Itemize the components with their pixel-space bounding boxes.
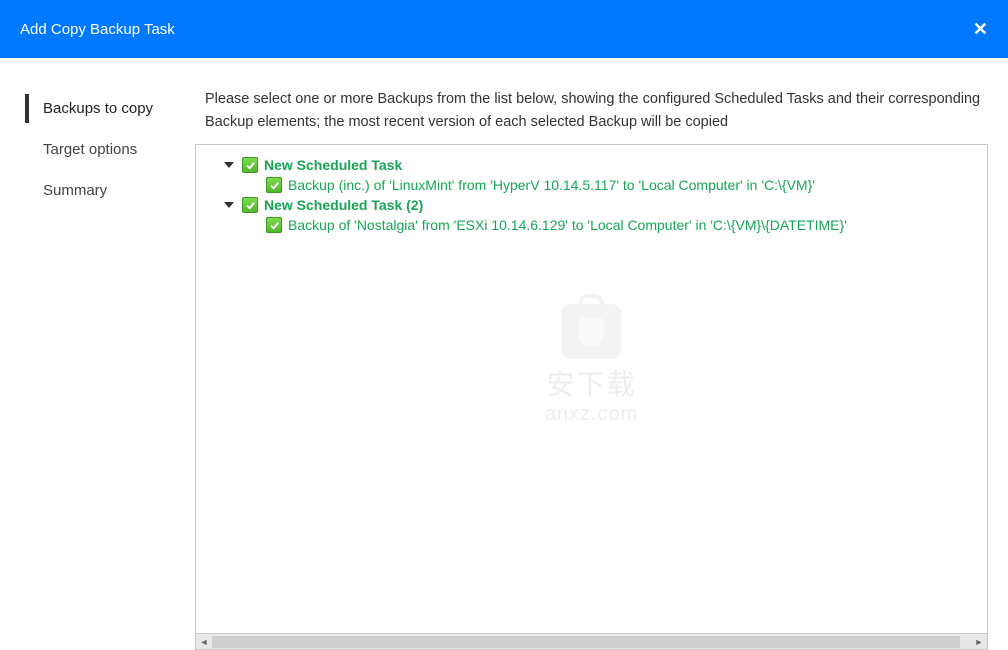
instruction-text: Please select one or more Backups from t… [195,88,988,134]
main-panel: Please select one or more Backups from t… [195,88,1008,650]
checkbox-checked-icon[interactable] [266,217,282,233]
horizontal-scrollbar[interactable]: ◄ ► [195,634,988,650]
tree-backup-label: Backup (inc.) of 'LinuxMint' from 'Hyper… [288,177,815,193]
tree-backup-node[interactable]: Backup of 'Nostalgia' from 'ESXi 10.14.6… [266,215,977,235]
sidebar-item-label: Target options [43,141,137,158]
checkbox-checked-icon[interactable] [266,177,282,193]
tree-task-label: New Scheduled Task [264,157,402,173]
sidebar-item-target-options[interactable]: Target options [25,129,195,170]
tree-task-node[interactable]: New Scheduled Task (2) [224,195,977,215]
checkbox-checked-icon[interactable] [242,157,258,173]
tree-backup-node[interactable]: Backup (inc.) of 'LinuxMint' from 'Hyper… [266,175,977,195]
checkbox-checked-icon[interactable] [242,197,258,213]
scroll-track[interactable] [212,635,971,649]
sidebar-item-summary[interactable]: Summary [25,170,195,211]
dialog-header: Add Copy Backup Task ✕ [0,0,1008,58]
sidebar-item-label: Summary [43,182,107,199]
tree-backup-label: Backup of 'Nostalgia' from 'ESXi 10.14.6… [288,217,847,233]
wizard-sidebar: Backups to copy Target options Summary [0,88,195,650]
scroll-thumb[interactable] [212,636,960,648]
watermark-cn: 安下载 [545,363,639,403]
scroll-right-icon[interactable]: ► [971,635,987,649]
watermark-en: anxz.com [545,403,639,426]
close-icon[interactable]: ✕ [973,19,988,40]
dialog-body: Backups to copy Target options Summary P… [0,58,1008,650]
tree-task-label: New Scheduled Task (2) [264,197,423,213]
tree-task-node[interactable]: New Scheduled Task [224,155,977,175]
watermark-lock-icon [562,304,622,359]
watermark: 安下载 anxz.com [545,304,639,426]
scroll-left-icon[interactable]: ◄ [196,635,212,649]
expand-arrow-icon[interactable] [224,162,234,168]
expand-arrow-icon[interactable] [224,202,234,208]
sidebar-item-backups-to-copy[interactable]: Backups to copy [25,88,195,129]
sidebar-item-label: Backups to copy [43,100,153,117]
backup-tree[interactable]: New Scheduled Task Backup (inc.) of 'Lin… [195,144,988,634]
dialog-title: Add Copy Backup Task [20,21,175,38]
